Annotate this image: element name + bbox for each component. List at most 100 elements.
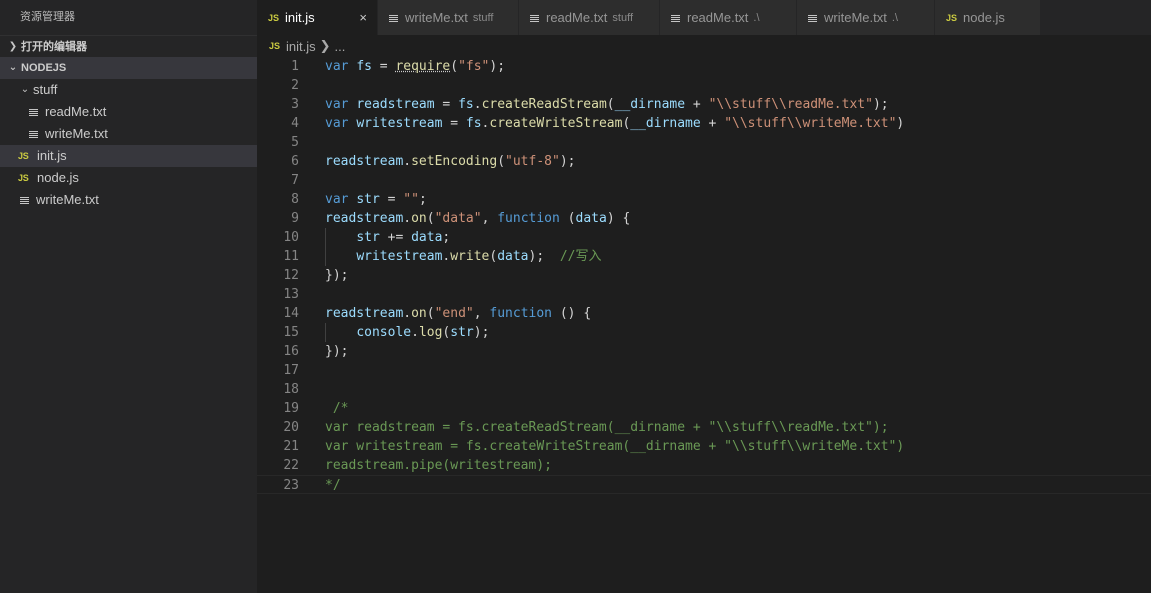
tree-file-writeme-root[interactable]: writeMe.txt bbox=[0, 189, 257, 211]
tab-init-js[interactable]: JS init.js × bbox=[257, 0, 378, 35]
code-line[interactable]: 16}); bbox=[257, 342, 1151, 361]
editor-tab-bar: JS init.js × writeMe.txt stuff readMe.txt… bbox=[257, 0, 1151, 35]
file-label: node.js bbox=[37, 170, 79, 185]
line-number: 19 bbox=[283, 401, 299, 416]
file-label: readMe.txt bbox=[45, 104, 107, 119]
tab-readme-stuff[interactable]: readMe.txt stuff bbox=[519, 0, 660, 35]
code-text: var readstream = fs.createReadStream(__d… bbox=[325, 420, 889, 435]
text-file-icon bbox=[389, 13, 399, 23]
code-text: var str = ""; bbox=[325, 192, 427, 207]
chevron-down-icon: ⌄ bbox=[20, 84, 30, 95]
tree-file-readme[interactable]: readMe.txt bbox=[0, 101, 257, 123]
code-line[interactable]: 15 console.log(str); bbox=[257, 323, 1151, 342]
tree-file-init-js[interactable]: JS init.js bbox=[0, 145, 257, 167]
code-text: readstream.on("data", function (data) { bbox=[325, 211, 631, 226]
text-file-icon bbox=[20, 195, 30, 205]
code-text: readstream.on("end", function () { bbox=[325, 306, 592, 321]
breadcrumb-rest[interactable]: ... bbox=[335, 39, 346, 54]
line-number: 16 bbox=[283, 344, 299, 359]
workspace-section[interactable]: ⌄ NODEJS bbox=[0, 57, 257, 79]
text-file-icon bbox=[29, 129, 39, 139]
code-line[interactable]: 23 */ bbox=[257, 475, 1151, 494]
code-text: readstream.setEncoding("utf-8"); bbox=[325, 154, 576, 169]
code-line[interactable]: 4 var writestream = fs.createWriteStream(… bbox=[257, 114, 1151, 133]
tab-description: .\ bbox=[891, 11, 898, 24]
code-text: }); bbox=[325, 344, 349, 359]
tree-file-writeme[interactable]: writeMe.txt bbox=[0, 123, 257, 145]
text-file-icon bbox=[671, 13, 681, 23]
code-line[interactable]: 3 var readstream = fs.createReadStream(__… bbox=[257, 95, 1151, 114]
tab-node-js[interactable]: JS node.js bbox=[935, 0, 1041, 35]
code-line[interactable]: 14 readstream.on("end", function () { bbox=[257, 304, 1151, 323]
code-line[interactable]: 7 bbox=[257, 171, 1151, 190]
tab-readme-root[interactable]: readMe.txt .\ bbox=[660, 0, 797, 35]
line-number: 22 bbox=[283, 458, 299, 473]
line-number: 7 bbox=[291, 173, 299, 188]
workspace-label: NODEJS bbox=[21, 62, 67, 74]
code-text: var readstream = fs.createReadStream(__d… bbox=[325, 97, 889, 112]
code-line[interactable]: 18 bbox=[257, 380, 1151, 399]
chevron-down-icon: ⌄ bbox=[8, 62, 18, 73]
code-line[interactable]: 21 var writestream = fs.createWriteStream… bbox=[257, 437, 1151, 456]
code-text: readstream.pipe(writestream); bbox=[325, 458, 552, 473]
breadcrumb: JS init.js ❯ ... bbox=[257, 35, 1151, 57]
line-number: 2 bbox=[291, 78, 299, 93]
tab-writeme-root[interactable]: writeMe.txt .\ bbox=[797, 0, 935, 35]
code-line[interactable]: 1 var fs = require("fs"); bbox=[257, 57, 1151, 76]
tree-file-node-js[interactable]: JS node.js bbox=[0, 167, 257, 189]
line-number: 18 bbox=[283, 382, 299, 397]
code-line[interactable]: 9 readstream.on("data", function (data) { bbox=[257, 209, 1151, 228]
code-line[interactable]: 13 bbox=[257, 285, 1151, 304]
open-editors-label: 打开的编辑器 bbox=[21, 40, 87, 53]
code-line[interactable]: 2 bbox=[257, 76, 1151, 95]
tree-folder-stuff[interactable]: ⌄ stuff bbox=[0, 79, 257, 101]
file-label: writeMe.txt bbox=[36, 192, 99, 207]
tab-label: init.js bbox=[285, 10, 315, 25]
line-number: 13 bbox=[283, 287, 299, 302]
chevron-right-icon: ❯ bbox=[8, 40, 18, 52]
line-number: 23 bbox=[283, 478, 299, 493]
open-editors-section[interactable]: ❯ 打开的编辑器 bbox=[0, 35, 257, 57]
chevron-right-icon: ❯ bbox=[319, 38, 331, 53]
code-line[interactable]: 5 bbox=[257, 133, 1151, 152]
code-line[interactable]: 12}); bbox=[257, 266, 1151, 285]
line-number: 6 bbox=[291, 154, 299, 169]
code-line[interactable]: 8 var str = ""; bbox=[257, 190, 1151, 209]
line-number: 10 bbox=[283, 230, 299, 245]
explorer-sidebar: 资源管理器 ❯ 打开的编辑器 ⌄ NODEJS ⌄ stuff readMe.t… bbox=[0, 0, 257, 593]
code-text: str += data; bbox=[356, 230, 451, 245]
code-line[interactable]: 19 /* bbox=[257, 399, 1151, 418]
code-line[interactable]: 6 readstream.setEncoding("utf-8"); bbox=[257, 152, 1151, 171]
js-file-icon: JS bbox=[269, 41, 281, 51]
close-icon[interactable]: × bbox=[359, 10, 367, 25]
code-text: */ bbox=[325, 478, 341, 493]
explorer-title: 资源管理器 bbox=[20, 11, 75, 23]
code-editor[interactable]: 1 var fs = require("fs"); 2 3 var readstream… bbox=[257, 57, 1151, 593]
file-label: writeMe.txt bbox=[45, 126, 108, 141]
code-line[interactable]: 17 bbox=[257, 361, 1151, 380]
code-text: writestream.write(data); //写入 bbox=[356, 249, 602, 264]
text-file-icon bbox=[808, 13, 818, 23]
line-number: 9 bbox=[291, 211, 299, 226]
tab-label: writeMe.txt bbox=[405, 10, 468, 25]
code-line[interactable]: 20 var readstream = fs.createReadStream(_… bbox=[257, 418, 1151, 437]
js-file-icon: JS bbox=[946, 12, 958, 23]
tab-label: readMe.txt bbox=[687, 10, 749, 25]
tab-label: writeMe.txt bbox=[824, 10, 887, 25]
js-file-icon: JS bbox=[18, 173, 29, 183]
js-file-icon: JS bbox=[268, 12, 280, 23]
code-line[interactable]: 22 readstream.pipe(writestream); bbox=[257, 456, 1151, 475]
code-line[interactable]: 10 str += data; bbox=[257, 228, 1151, 247]
text-file-icon bbox=[29, 107, 39, 117]
code-text: }); bbox=[325, 268, 349, 283]
code-text: var writestream = fs.createWriteStream(_… bbox=[325, 116, 905, 131]
code-line[interactable]: 11 writestream.write(data); //写入 bbox=[257, 247, 1151, 266]
line-number: 1 bbox=[291, 59, 299, 74]
line-number: 14 bbox=[283, 306, 299, 321]
breadcrumb-file[interactable]: init.js bbox=[286, 39, 316, 54]
line-number: 11 bbox=[283, 249, 299, 264]
code-text: /* bbox=[332, 401, 349, 416]
tab-description: stuff bbox=[612, 11, 634, 24]
folder-label: stuff bbox=[33, 82, 58, 97]
tab-writeme-stuff[interactable]: writeMe.txt stuff bbox=[378, 0, 519, 35]
